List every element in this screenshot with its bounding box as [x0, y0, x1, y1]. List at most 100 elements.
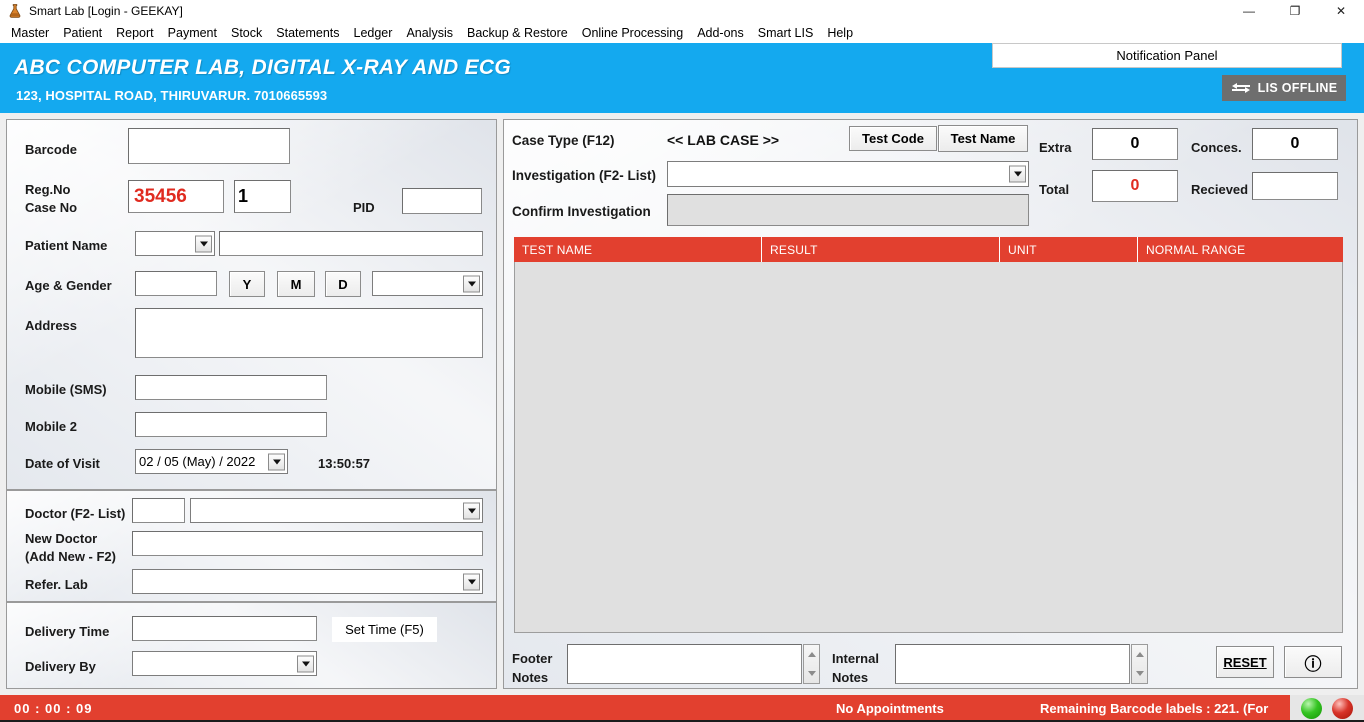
flask-icon [6, 2, 24, 20]
menu-item-patient[interactable]: Patient [56, 24, 109, 42]
conces-input[interactable] [1252, 128, 1338, 160]
doctor-code-input[interactable] [132, 498, 185, 523]
column-header-result[interactable]: RESULT [762, 237, 1000, 262]
barcode-input[interactable] [128, 128, 290, 164]
scroll-down-icon[interactable] [1132, 664, 1147, 683]
new-doctor-label-line1: New Doctor [25, 531, 98, 546]
new-doctor-label-line2: (Add New - F2) [25, 549, 116, 564]
internal-notes-input[interactable] [895, 644, 1130, 684]
info-button[interactable]: ⓘ [1284, 646, 1342, 678]
footer-notes-label-line2: Notes [512, 670, 549, 685]
menu-item-analysis[interactable]: Analysis [399, 24, 460, 42]
test-name-button[interactable]: Test Name [938, 125, 1028, 152]
maximize-button[interactable]: ❐ [1272, 0, 1318, 22]
menu-item-backup-restore[interactable]: Backup & Restore [460, 24, 575, 42]
address-input[interactable] [135, 308, 483, 358]
footer-notes-scrollbar[interactable] [803, 644, 820, 684]
info-icon: ⓘ [1304, 654, 1322, 674]
age-unit-month-button[interactable]: M [277, 271, 315, 297]
chevron-down-icon[interactable] [1009, 165, 1026, 183]
recieved-label: Recieved [1191, 182, 1249, 197]
gender-dropdown[interactable] [372, 271, 483, 296]
minimize-button[interactable]: — [1226, 0, 1272, 22]
chevron-down-icon[interactable] [297, 655, 314, 672]
test-code-button[interactable]: Test Code [849, 126, 937, 151]
patient-name-label: Patient Name [25, 238, 108, 253]
status-light-green-icon[interactable] [1300, 698, 1322, 719]
menu-item-smart-lis[interactable]: Smart LIS [751, 24, 821, 42]
confirm-investigation-label: Confirm Investigation [512, 204, 651, 219]
age-input[interactable] [135, 271, 217, 296]
scroll-up-icon[interactable] [804, 645, 819, 664]
date-of-visit-label: Date of Visit [25, 456, 100, 471]
total-label: Total [1039, 182, 1070, 197]
recieved-input[interactable] [1252, 172, 1338, 200]
address-label: Address [25, 318, 78, 333]
refer-lab-dropdown[interactable] [132, 569, 483, 594]
mobile2-input[interactable] [135, 412, 327, 437]
column-header-test-name[interactable]: TEST NAME [514, 237, 762, 262]
chevron-down-icon[interactable] [463, 573, 480, 590]
chevron-down-icon[interactable] [463, 502, 480, 519]
menu-bar: Master Patient Report Payment Stock Stat… [0, 22, 1364, 43]
patient-info-panel: Barcode Reg.No Case No PID Patient Name … [6, 119, 497, 490]
age-unit-day-button[interactable]: D [325, 271, 361, 297]
appointments-status[interactable]: No Appointments [836, 701, 944, 716]
results-grid-body[interactable] [514, 262, 1343, 633]
notification-panel[interactable]: Notification Panel [992, 43, 1342, 68]
confirm-investigation-field[interactable] [667, 194, 1029, 226]
results-grid-header: TEST NAME RESULT UNIT NORMAL RANGE [514, 237, 1343, 262]
reset-button-label: RESET [1223, 654, 1267, 670]
pid-label: PID [353, 200, 375, 215]
reset-button[interactable]: RESET [1216, 646, 1274, 678]
menu-item-online-processing[interactable]: Online Processing [575, 24, 690, 42]
menu-item-payment[interactable]: Payment [161, 24, 224, 42]
chevron-down-icon[interactable] [268, 453, 285, 470]
title-bar: Smart Lab [Login - GEEKAY] — ❐ ✕ [0, 0, 1364, 22]
internal-notes-scrollbar[interactable] [1131, 644, 1148, 684]
lab-address: 123, HOSPITAL ROAD, THIRUVARUR. 70106655… [16, 88, 328, 103]
internal-notes-label-line2: Notes [832, 670, 869, 685]
patient-name-input[interactable] [219, 231, 483, 256]
menu-item-stock[interactable]: Stock [224, 24, 269, 42]
window-controls: — ❐ ✕ [1226, 0, 1364, 22]
extra-input[interactable] [1092, 128, 1178, 160]
main-body: Barcode Reg.No Case No PID Patient Name … [0, 113, 1364, 695]
investigation-label: Investigation (F2- List) [512, 168, 657, 183]
lis-status-button[interactable]: LIS OFFLINE [1222, 75, 1346, 101]
caseno-input[interactable] [234, 180, 291, 213]
status-light-red-icon[interactable] [1332, 698, 1354, 719]
refer-lab-label: Refer. Lab [25, 577, 88, 592]
application-window: Smart Lab [Login - GEEKAY] — ❐ ✕ Master … [0, 0, 1364, 722]
chevron-down-icon[interactable] [195, 235, 212, 252]
date-of-visit-value: 02 / 05 (May) / 2022 [139, 454, 256, 469]
pid-input[interactable] [402, 188, 482, 214]
menu-item-master[interactable]: Master [4, 24, 56, 42]
close-button[interactable]: ✕ [1318, 0, 1364, 22]
chevron-down-icon[interactable] [463, 275, 480, 292]
patient-title-dropdown[interactable] [135, 231, 215, 256]
scroll-down-icon[interactable] [804, 664, 819, 683]
new-doctor-input[interactable] [132, 531, 483, 556]
delivery-time-input[interactable] [132, 616, 317, 641]
age-unit-year-button[interactable]: Y [229, 271, 265, 297]
date-of-visit-dropdown[interactable]: 02 / 05 (May) / 2022 [135, 449, 288, 474]
menu-item-statements[interactable]: Statements [269, 24, 346, 42]
scroll-up-icon[interactable] [1132, 645, 1147, 664]
menu-item-add-ons[interactable]: Add-ons [690, 24, 751, 42]
case-type-value[interactable]: << LAB CASE >> [667, 132, 779, 148]
mobile-sms-input[interactable] [135, 375, 327, 400]
regno-input[interactable] [128, 180, 224, 213]
delivery-by-dropdown[interactable] [132, 651, 317, 676]
menu-item-report[interactable]: Report [109, 24, 161, 42]
column-header-normal-range[interactable]: NORMAL RANGE [1138, 237, 1343, 262]
set-time-button[interactable]: Set Time (F5) [332, 617, 437, 642]
footer-notes-input[interactable] [567, 644, 802, 684]
investigation-dropdown[interactable] [667, 161, 1029, 187]
window-title: Smart Lab [Login - GEEKAY] [29, 4, 183, 18]
column-header-unit[interactable]: UNIT [1000, 237, 1138, 262]
age-gender-label: Age & Gender [25, 278, 112, 293]
doctor-name-dropdown[interactable] [190, 498, 483, 523]
menu-item-ledger[interactable]: Ledger [347, 24, 400, 42]
menu-item-help[interactable]: Help [820, 24, 860, 42]
